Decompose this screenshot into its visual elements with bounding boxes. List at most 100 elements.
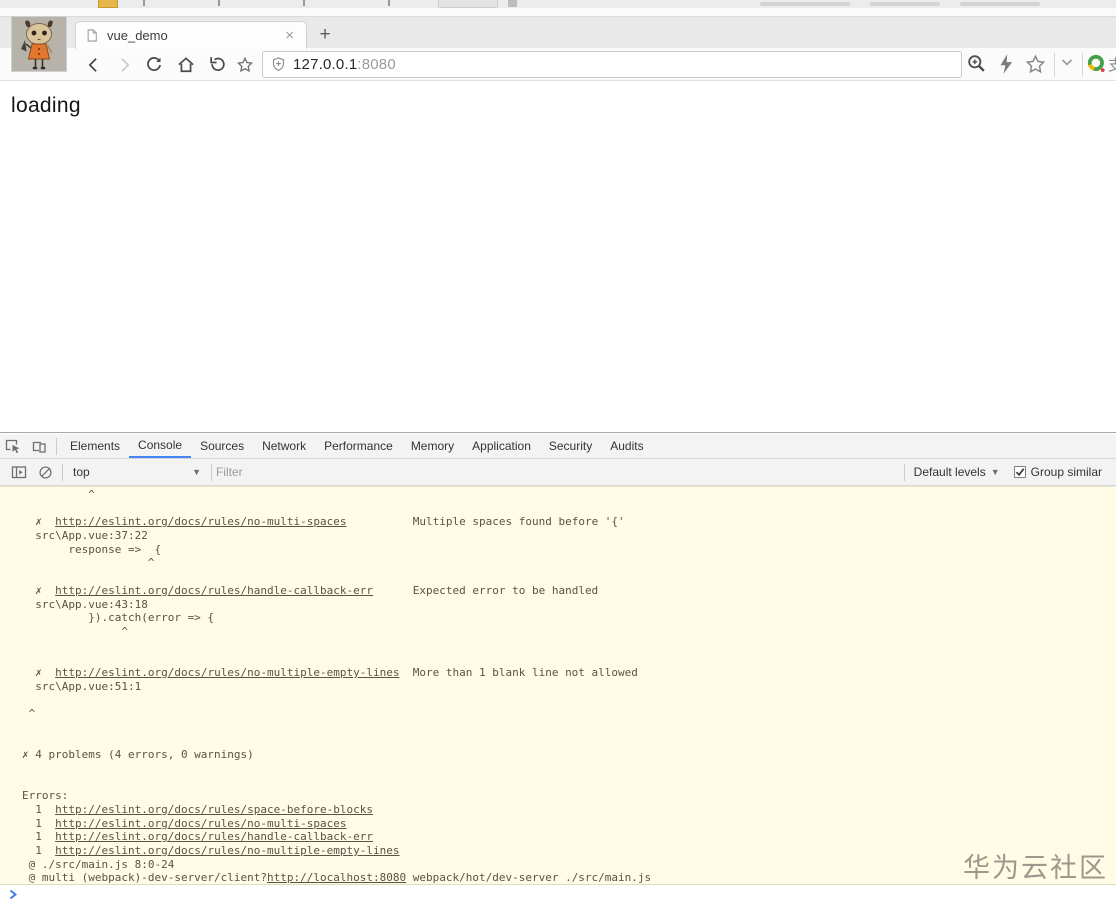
devtools-tabbar: Elements Console Sources Network Perform… [0,434,1116,459]
console-text: ✗ 4 problems (4 errors, 0 warnings) [22,748,254,762]
ring-logo-icon [1087,54,1105,73]
home-button[interactable] [174,53,198,77]
background-strip [0,0,1116,17]
console-line: src\App.vue:51:1 [22,680,1116,694]
console-link[interactable]: http://eslint.org/docs/rules/space-befor… [55,803,373,816]
console-line: @ ./src/main.js 8:0-24 [22,858,1116,872]
console-prompt[interactable] [0,885,1116,904]
console-line: ^ [22,556,1116,570]
devtools-tab-network[interactable]: Network [253,434,315,458]
shield-icon[interactable] [271,56,286,73]
clipped-text-mark [303,0,305,6]
console-line: response => { [22,543,1116,557]
favorites-star-button[interactable] [1024,53,1047,76]
back-button[interactable] [82,53,106,77]
console-link[interactable]: http://eslint.org/docs/rules/no-multi-sp… [55,515,346,528]
console-messages: ^ ✗ http://eslint.org/docs/rules/no-mult… [0,486,1116,885]
clear-console-icon[interactable] [32,460,58,484]
clipped-text-mark [143,0,145,6]
console-text: Multiple spaces found before '{' [346,515,625,529]
devtools-tab-memory[interactable]: Memory [402,434,463,458]
console-line: ✗ http://eslint.org/docs/rules/handle-ca… [22,584,1116,598]
device-toolbar-icon[interactable] [26,434,52,458]
console-text: webpack/hot/dev-server ./src/main.js [406,871,652,885]
console-text: Errors: [22,789,69,803]
clipped-toolbar-icon [98,0,118,8]
console-line: 1 http://eslint.org/docs/rules/no-multi-… [22,817,1116,831]
devtools-tab-sources[interactable]: Sources [191,434,253,458]
chevron-down-button[interactable] [1058,53,1076,71]
console-text: 1 [22,816,56,830]
console-text: ^ [22,624,128,638]
console-text: ✗ [22,665,56,679]
console-text: ✗ [22,583,56,597]
devtools-tab-application[interactable]: Application [463,434,540,458]
console-text: More than 1 blank line not allowed [399,665,638,679]
lightning-icon[interactable] [996,53,1016,75]
browser-tab-vue-demo[interactable]: vue_demo × [75,21,307,49]
console-link[interactable]: http://eslint.org/docs/rules/no-multiple… [55,844,399,857]
console-text: src\App.vue:51:1 [22,679,142,693]
console-text: src\App.vue:43:18 [22,597,148,611]
watermark: 华为云社区 [963,853,1108,883]
console-text: 1 [22,843,56,857]
log-levels-select[interactable]: Default levels ▼ [900,463,1000,481]
clipped-text-smear [960,2,1040,6]
console-line: 1 http://eslint.org/docs/rules/space-bef… [22,803,1116,817]
toolbar-separator [1082,53,1083,77]
console-line: 1 http://eslint.org/docs/rules/handle-ca… [22,830,1116,844]
clipped-toolbar-segment [508,0,517,7]
console-filter-input[interactable] [216,465,521,479]
clipped-logo-text: 支 [1108,56,1116,74]
new-tab-button[interactable]: + [313,24,337,46]
inspect-element-icon[interactable] [0,434,26,458]
console-output: ^ ✗ http://eslint.org/docs/rules/no-mult… [0,487,1116,885]
devtools-tab-elements[interactable]: Elements [61,434,129,458]
group-similar-label: Group similar [1030,465,1102,479]
console-link[interactable]: http://eslint.org/docs/rules/handle-call… [55,584,373,597]
console-link[interactable]: http://eslint.org/docs/rules/no-multiple… [55,666,399,679]
console-sidebar-icon[interactable] [6,460,32,484]
tab-title: vue_demo [107,28,168,43]
console-line: ^ [22,488,1116,502]
bookmark-star-button[interactable] [233,53,257,77]
console-line: src\App.vue:43:18 [22,598,1116,612]
clipped-toolbar-segment [438,0,498,8]
prompt-chevron-icon [9,889,18,900]
toolbar-separator [1054,53,1055,77]
reload-button[interactable] [142,53,166,77]
console-link[interactable]: http://eslint.org/docs/rules/handle-call… [55,830,373,843]
console-text: src\App.vue:37:22 [22,529,148,543]
devtools-tab-performance[interactable]: Performance [315,434,402,458]
zoom-page-button[interactable] [966,53,988,75]
devtools-panel: Elements Console Sources Network Perform… [0,432,1116,904]
execution-context-select[interactable]: top ▼ [67,465,207,479]
console-text: Expected error to be handled [373,583,599,597]
console-text: ✗ [22,515,56,529]
address-bar[interactable]: 127.0.0.1:8080 [262,51,962,78]
console-line: ✗ http://eslint.org/docs/rules/no-multi-… [22,515,1116,529]
console-link[interactable]: http://eslint.org/docs/rules/no-multi-sp… [55,817,346,830]
console-line: ^ [22,707,1116,721]
group-similar-checkbox[interactable] [1013,466,1026,478]
console-toolbar: top ▼ Default levels ▼ Group similar [0,459,1116,486]
console-line: ✗ 4 problems (4 errors, 0 warnings) [22,748,1116,762]
browser-extension-logo[interactable]: 支 [1086,53,1116,75]
devtools-tab-console[interactable]: Console [129,434,192,458]
console-text: ^ [22,488,95,501]
devtools-tab-security[interactable]: Security [540,434,601,458]
console-text: 1 [22,830,56,844]
undo-button[interactable] [205,53,229,77]
console-text: @ multi (webpack)-dev-server/client? [22,871,268,885]
tab-close-icon[interactable]: × [283,28,296,43]
clipped-text-mark [218,0,220,6]
devtools-tab-audits[interactable]: Audits [601,434,652,458]
console-line: @ multi (webpack)-dev-server/client?http… [22,871,1116,885]
url-text: 127.0.0.1:8080 [293,56,396,73]
forward-button[interactable] [112,53,136,77]
console-text: ^ [22,707,36,720]
console-link[interactable]: http://localhost:8080 [267,871,406,884]
